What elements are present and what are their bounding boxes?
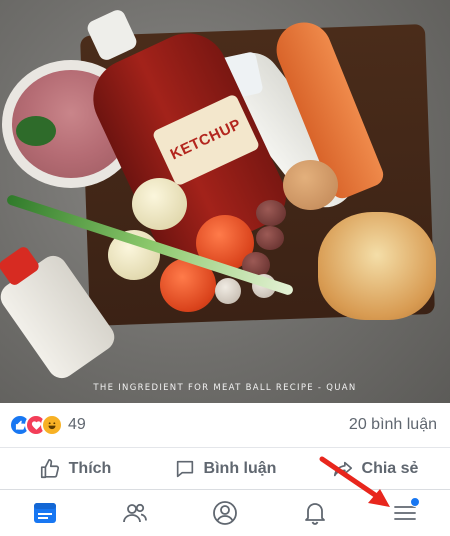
- reaction-icons[interactable]: 49: [9, 414, 86, 436]
- comment-count[interactable]: 20 bình luận: [349, 416, 437, 434]
- friends-icon: [123, 503, 147, 523]
- comment-button[interactable]: Bình luận: [150, 458, 300, 480]
- comment-icon: [176, 460, 193, 477]
- bottom-nav: [0, 489, 450, 536]
- news-feed-icon: [34, 503, 56, 523]
- reaction-count: 49: [68, 416, 86, 433]
- shallot: [256, 226, 284, 250]
- notifications-icon: [305, 503, 325, 525]
- nav-profile[interactable]: [202, 493, 248, 533]
- like-label: Thích: [68, 459, 112, 477]
- herb-leaves: [16, 116, 56, 146]
- reactions-summary: 49 20 bình luận: [0, 403, 450, 448]
- haha-icon: [41, 414, 63, 436]
- menu-notification-dot: [410, 497, 420, 507]
- garlic: [215, 278, 241, 304]
- post-actions: Thích Bình luận Chia sẻ: [0, 448, 450, 489]
- nav-menu[interactable]: [382, 493, 428, 533]
- shallot: [256, 200, 286, 226]
- share-icon: [333, 461, 352, 476]
- share-label: Chia sẻ: [361, 459, 419, 477]
- comment-label: Bình luận: [203, 459, 277, 477]
- nav-friends[interactable]: [112, 493, 158, 533]
- thumbs-up-icon: [40, 458, 59, 478]
- onion: [132, 178, 187, 230]
- egg: [283, 160, 338, 210]
- share-button[interactable]: Chia sẻ: [300, 458, 450, 480]
- nav-news-feed[interactable]: [22, 493, 68, 533]
- post-photo[interactable]: KETCHUP THE INGREDIENT FOR MEAT BALL REC…: [0, 0, 450, 403]
- like-button[interactable]: Thích: [0, 458, 150, 480]
- bread: [318, 212, 436, 320]
- profile-icon: [213, 501, 237, 525]
- nav-notifications[interactable]: [292, 493, 338, 533]
- photo-caption: THE INGREDIENT FOR MEAT BALL RECIPE - QU…: [93, 383, 357, 393]
